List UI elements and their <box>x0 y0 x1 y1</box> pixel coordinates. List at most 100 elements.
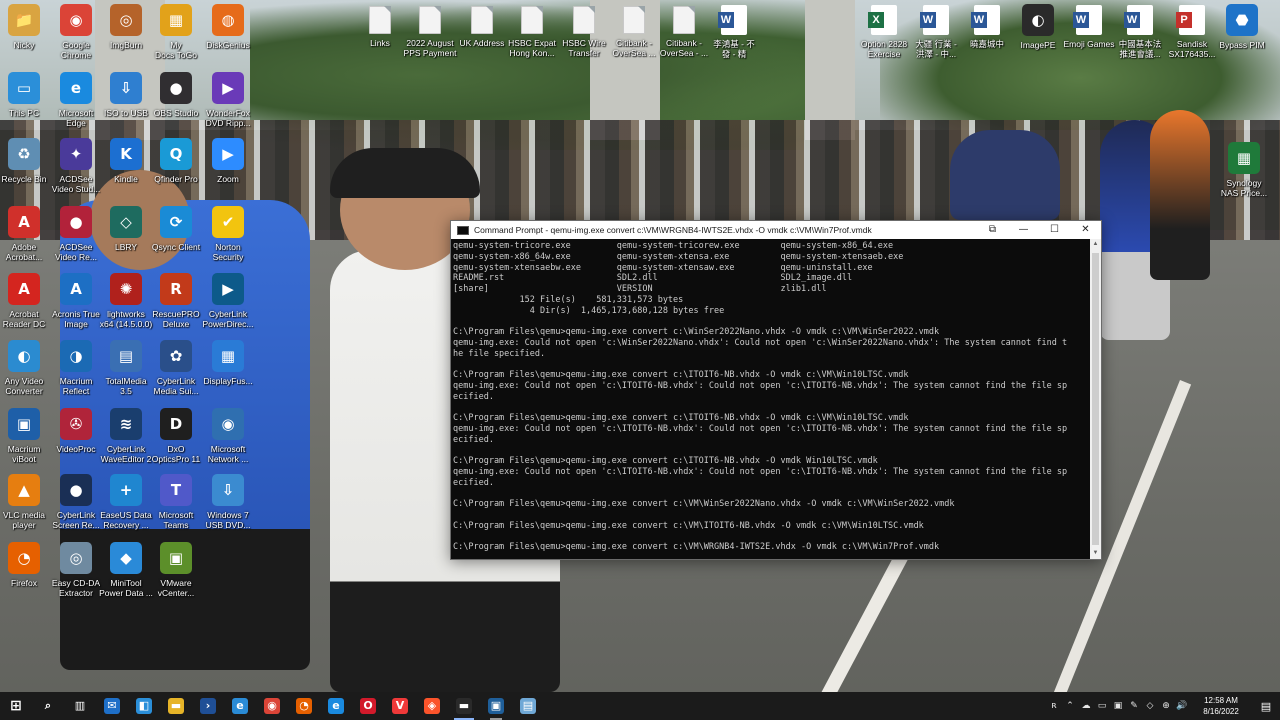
taskbar-internet-explorer-button[interactable]: e <box>224 692 256 720</box>
chrome-icon: ◉ <box>60 4 92 36</box>
scroll-down-icon[interactable]: ▼ <box>1090 548 1101 559</box>
console-line: qemu-system-xtensaebw.exe qemu-system-xt… <box>453 262 873 273</box>
console-line: C:\Program Files\qemu>qemu-img.exe conve… <box>453 542 940 552</box>
tray-icon[interactable]: ⊕ <box>1158 692 1174 720</box>
clock-time: 12:58 AM <box>1204 696 1238 705</box>
application-icon: ◐ <box>1022 4 1054 36</box>
minimize-button[interactable]: — <box>1008 221 1039 239</box>
console-line: qemu-system-x86_64w.exe qemu-system-xten… <box>453 251 904 262</box>
media-suite-icon: ✿ <box>160 340 192 372</box>
command-prompt-window[interactable]: Command Prompt - qemu-img.exe convert c:… <box>450 220 1102 560</box>
taskbar-file-explorer-button[interactable]: ▬ <box>160 692 192 720</box>
taskbar-firefox-button[interactable]: ◔ <box>288 692 320 720</box>
remote-desktop-icon: ▣ <box>488 698 504 714</box>
desktop-icon[interactable]: ▣ VMware vCenter... <box>144 542 208 608</box>
console-line: qemu-img.exe: Could not open 'c:\WinSer2… <box>453 337 1068 348</box>
console-line: C:\Program Files\qemu>qemu-img.exe conve… <box>453 370 909 380</box>
taskbar-notepad-button[interactable]: ▤ <box>512 692 544 720</box>
imgburn-icon: ◎ <box>110 4 142 36</box>
console-line: ecified. <box>453 434 494 445</box>
tray-icon[interactable]: 🔊 <box>1174 692 1190 720</box>
text-file-icon <box>673 6 695 34</box>
maximize-button[interactable]: ☐ <box>1039 221 1070 239</box>
text-file-icon <box>623 6 645 34</box>
minitool-icon: ◆ <box>110 542 142 574</box>
pdf-document-icon: P <box>1176 5 1205 35</box>
desktop-icon[interactable]: ◍ DiskGenius <box>196 4 260 70</box>
taskbar-remote-desktop-button[interactable]: ▣ <box>480 692 512 720</box>
desktop-icon[interactable]: ◉ Microsoft Network ... <box>196 408 260 474</box>
desktop-icon[interactable]: ⇩ Windows 7 USB DVD... <box>196 474 260 540</box>
taskbar-powershell-button[interactable]: › <box>192 692 224 720</box>
totalmedia-icon: ▤ <box>110 340 142 372</box>
desktop-icon-label: Windows 7 USB DVD... <box>205 510 251 530</box>
wonderfox-icon: ▶ <box>212 72 244 104</box>
desktop-icon[interactable]: ▶ WonderFox DVD Ripp... <box>196 72 260 138</box>
text-file-icon <box>419 6 441 34</box>
application-icon: ⬣ <box>1226 4 1258 36</box>
desktop-icon[interactable]: ✔ Norton Security <box>196 206 260 272</box>
restore-icon[interactable]: ⧉ <box>977 221 1008 239</box>
desktop-icon[interactable]: ▶ Zoom <box>196 138 260 204</box>
easeus-icon: + <box>110 474 142 506</box>
scrollbar-thumb[interactable] <box>1092 253 1099 545</box>
wallpaper-runner <box>1150 110 1210 280</box>
desktop-icon[interactable]: ▦ DisplayFus... <box>196 340 260 406</box>
tray-icon[interactable]: ⌃ <box>1062 692 1078 720</box>
taskbar-mail-button[interactable]: ✉ <box>96 692 128 720</box>
console-output[interactable]: qemu-system-tricore.exe qemu-system-tric… <box>451 239 1090 559</box>
firefox-icon: ◔ <box>8 542 40 574</box>
tray-icon[interactable]: ◇ <box>1142 692 1158 720</box>
desktop-icon[interactable]: W 李鴻基 - 不 發 - 精 <box>702 4 766 70</box>
vertical-scrollbar[interactable]: ▲ ▼ <box>1090 239 1101 559</box>
taskbar-pinned-apps: ⌕ ▥ ✉ ◧ ▬ › e ◉ ◔ e O V ◈ ▬ ▣ ▤ <box>32 692 544 720</box>
desktop-icon-label: WonderFox DVD Ripp... <box>205 108 251 128</box>
console-line: ecified. <box>453 477 494 488</box>
taskbar-vivaldi-button[interactable]: V <box>384 692 416 720</box>
tray-icon[interactable]: ▭ <box>1094 692 1110 720</box>
qsync-icon: ⟳ <box>160 206 192 238</box>
powershell-icon: › <box>200 698 216 714</box>
close-button[interactable]: ✕ <box>1070 221 1101 239</box>
tray-icon[interactable]: ʀ <box>1046 692 1062 720</box>
vlc-icon: ▲ <box>8 474 40 506</box>
taskbar-search-button[interactable]: ⌕ <box>32 692 64 720</box>
console-line: he file specified. <box>453 348 546 359</box>
scroll-up-icon[interactable]: ▲ <box>1090 239 1101 250</box>
taskbar-brave-button[interactable]: ◈ <box>416 692 448 720</box>
desktop-icon[interactable]: ▶ CyberLink PowerDirec... <box>196 273 260 339</box>
internet-explorer-icon: e <box>232 698 248 714</box>
macrium-icon: ◑ <box>60 340 92 372</box>
desktop-icon-label: Zoom <box>217 174 239 184</box>
teams-icon: T <box>160 474 192 506</box>
taskbar-task-view-button[interactable]: ▥ <box>64 692 96 720</box>
console-line: README.rst SDL2.dll SDL2_image.dll <box>453 273 853 284</box>
tray-icon[interactable]: ▣ <box>1110 692 1126 720</box>
tray-icon[interactable]: ✎ <box>1126 692 1142 720</box>
notification-icon[interactable]: ▤ <box>1252 700 1280 713</box>
network-monitor-icon: ◉ <box>212 408 244 440</box>
taskbar-opera-button[interactable]: O <box>352 692 384 720</box>
any-video-converter-icon: ◐ <box>8 340 40 372</box>
taskbar-chrome-button[interactable]: ◉ <box>256 692 288 720</box>
desktop-icon-label: Bypass PIM <box>1219 40 1265 50</box>
clock[interactable]: 12:58 AM 8/16/2022 <box>1190 695 1252 717</box>
cd-extractor-icon: ◎ <box>60 542 92 574</box>
taskbar-command-prompt-button[interactable]: ▬ <box>448 692 480 720</box>
dxo-icon: D <box>160 408 192 440</box>
window-titlebar[interactable]: Command Prompt - qemu-img.exe convert c:… <box>451 221 1101 239</box>
vivaldi-icon: V <box>392 698 408 714</box>
start-button[interactable]: ⊞ <box>0 692 32 720</box>
tray-icon[interactable]: ☁ <box>1078 692 1094 720</box>
system-tray: ʀ ⌃ ☁ ▭ ▣ ✎ ◇ ⊕ 🔊 12:58 AM 8/16/2022 ▤ <box>1046 692 1280 720</box>
taskbar-edge-button[interactable]: e <box>320 692 352 720</box>
taskbar-store-button[interactable]: ◧ <box>128 692 160 720</box>
console-line: qemu-img.exe: Could not open 'c:\ITOIT6-… <box>453 466 1068 477</box>
desktop-icon-synology[interactable]: ▦ Synology NAS Price... <box>1212 142 1276 208</box>
desktop-icon-label: VMware vCenter... <box>157 578 195 598</box>
desktop-icon[interactable]: ⬣ Bypass PIM <box>1210 4 1274 70</box>
